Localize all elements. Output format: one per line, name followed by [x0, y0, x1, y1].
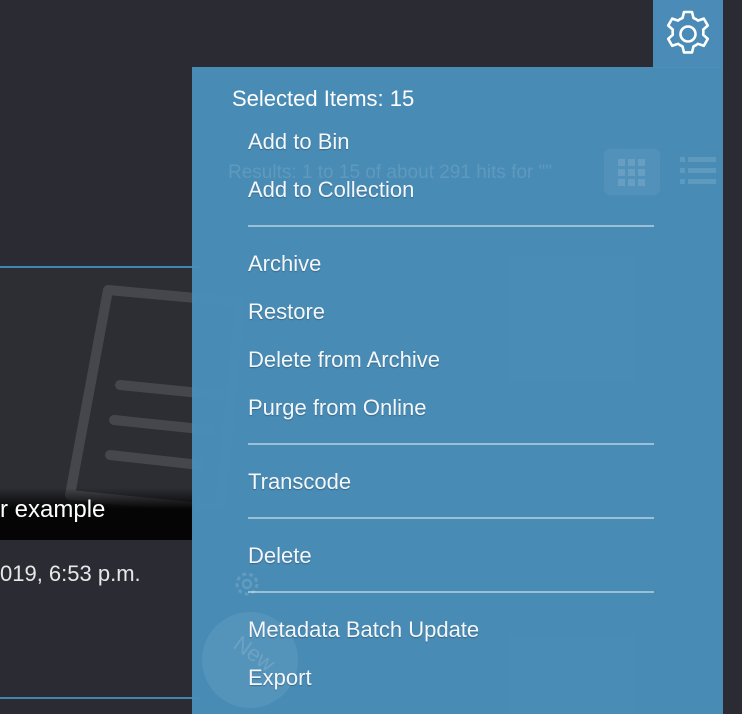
- menu-item-export[interactable]: Export: [248, 665, 312, 691]
- gear-icon: [666, 10, 710, 54]
- menu-separator: [248, 517, 654, 519]
- page: r example 019, 6:53 p.m. Results: 1 to 1…: [0, 0, 742, 714]
- results-divider-bottom: [0, 697, 200, 699]
- grid-view-icon[interactable]: [604, 149, 660, 195]
- menu-item-delete[interactable]: Delete: [248, 543, 312, 569]
- menu-separator: [248, 591, 654, 593]
- list-view-icon[interactable]: [678, 153, 718, 189]
- menu-item-transcode[interactable]: Transcode: [248, 469, 351, 495]
- menu-separator: [248, 225, 654, 227]
- asset-gear-icon[interactable]: [230, 567, 264, 601]
- asset-title: r example: [0, 496, 106, 523]
- menu-item-metadata-batch-update[interactable]: Metadata Batch Update: [248, 617, 479, 643]
- menu-item-purge-from-online[interactable]: Purge from Online: [248, 395, 427, 421]
- settings-button[interactable]: [653, 0, 723, 68]
- menu-item-restore[interactable]: Restore: [248, 299, 325, 325]
- selection-actions-menu: Results: 1 to 15 of about 291 hits for "…: [192, 67, 723, 714]
- menu-item-add-to-collection[interactable]: Add to Collection: [248, 177, 414, 203]
- menu-item-add-to-bin[interactable]: Add to Bin: [248, 129, 350, 155]
- asset-date: 019, 6:53 p.m.: [0, 561, 141, 586]
- menu-separator: [248, 443, 654, 445]
- selected-items-count: Selected Items: 15: [232, 86, 415, 111]
- menu-item-delete-from-archive[interactable]: Delete from Archive: [248, 347, 440, 373]
- menu-item-archive[interactable]: Archive: [248, 251, 321, 277]
